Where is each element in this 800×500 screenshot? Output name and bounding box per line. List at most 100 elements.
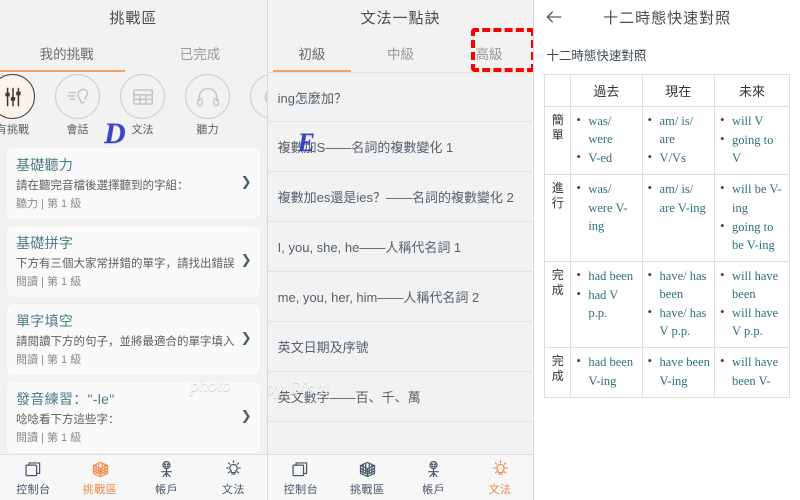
table-row: 進行was/ were V-ing am/ is/ are V-ingwill b… (544, 174, 790, 262)
card-title: 基礎拼字 (16, 235, 74, 251)
nav-label: 控制台 (16, 484, 51, 496)
nav-label: 文法 (488, 484, 512, 496)
challenge-card[interactable]: 基礎聽力 請在聽完音檔後選擇聽到的字組： 聽力 | 第 1 級 ❯ (7, 148, 260, 219)
category-有挑戰[interactable]: 有挑戰 (0, 72, 45, 137)
lightbulb-icon (223, 458, 244, 480)
grammar-topic-label: 複數加es還是ies？——名詞的複數變化 2 (277, 190, 514, 205)
headphones-icon (185, 74, 230, 119)
table-cell: was/ wereV-ed (570, 105, 643, 176)
grammar-topic-label: me, you, her, him——人稱代名詞 2 (277, 290, 480, 305)
table-cell: had beenhad V p.p. (570, 260, 643, 349)
challenge-card-list: 基礎聽力 請在聽完音檔後選擇聽到的字組： 聽力 | 第 1 級 ❯ 基礎拼字 下方有三個大… (0, 144, 267, 500)
category-聽力[interactable]: 聽力 (175, 72, 240, 137)
grammar-topic-row[interactable]: 複數加S——名詞的複數變化 1 (267, 122, 534, 172)
tense-form-item: going to V (719, 130, 785, 167)
table-body: 簡單was/ wereV-edam/ is/ areV/Vswill Vgoin… (544, 105, 790, 398)
left-tab-0[interactable]: 我的挑戰 (0, 34, 133, 72)
page-title: 十二時態快速對照 (603, 9, 732, 27)
category-strip[interactable]: 有挑戰 會話 文法 聽力 (0, 72, 267, 144)
category-label: 會話 (66, 124, 89, 136)
category-會話[interactable]: 會話 (45, 72, 110, 137)
table-cell: am/ is/ areV/Vs (641, 105, 716, 176)
nav-item-文法[interactable]: 文法 (200, 458, 267, 497)
grammar-topic-row[interactable]: me, you, her, him——人稱代名詞 2 (267, 272, 534, 322)
grammar-topic-label: 複數加S——名詞的複數變化 1 (277, 140, 454, 155)
grammar-topic-row[interactable]: 英文數字——百、千、萬 (267, 372, 534, 422)
category-文法[interactable]: 文法 (110, 72, 175, 137)
table-row-label: 進行 (544, 174, 572, 262)
table-row: 簡單was/ wereV-edam/ is/ areV/Vswill Vgoin… (544, 105, 790, 176)
page-title: 文法一點訣 (360, 9, 441, 27)
tense-form-item: had been V-ing (575, 352, 637, 389)
card-meta: 閱讀 | 第 1 級 (16, 276, 82, 288)
chevron-right-icon[interactable]: ❯ (241, 174, 252, 190)
card-meta: 聽力 | 第 1 級 (16, 198, 82, 210)
level-tab-高級[interactable]: 高級 (445, 34, 534, 72)
nav-item-帳戶[interactable]: 帳戶 (401, 458, 467, 497)
tense-form-item: had V p.p. (575, 285, 637, 322)
nav-item-文法[interactable]: 文法 (467, 458, 533, 497)
nav-item-挑戰區[interactable]: 挑戰區 (334, 458, 400, 497)
grammar-topic-label: I, you, she, he——人稱代名詞 1 (277, 240, 462, 255)
challenge-card[interactable]: 基礎拼字下方有三個大家常拼錯的單字，請找出錯誤 閱讀 | 第 1 級 ❯ (7, 226, 260, 297)
category-label: 聽力 (196, 124, 219, 136)
table-cell: am/ is/ are V-ing (641, 174, 716, 262)
tense-form-item: will have V p.p. (719, 303, 785, 340)
tense-form-item: will have been V- (719, 352, 785, 389)
left-tab-1[interactable]: 已完成 (133, 34, 266, 72)
right-panel-tense-chart: 十二時態快速對照 十二時態快速對照 過去現在未來 簡單was/ wereV-ed… (533, 0, 800, 500)
challenge-card[interactable]: 單字填空 請閱讀下方的句子，並將最適合的單字填入 閱讀 | 第 1 級 ❯ (7, 304, 260, 375)
middle-header: 文法一點訣 (267, 0, 534, 34)
grammar-topic-row[interactable]: 英文日期及序號 (267, 322, 534, 372)
three-panel-screenshot: 挑戰區 我的挑戰 已完成 有挑戰 會話 文法 聽力 基礎聽力 請在聽完音檔後選擇聽到的字組… (0, 0, 800, 500)
grammar-topic-row[interactable]: ing怎麼加？ (267, 72, 534, 122)
grammar-topic-row[interactable]: I, you, she, he——人稱代名詞 1 (267, 222, 534, 272)
tense-form-item: V/Vs (647, 148, 711, 167)
table-column-header: 過去 (570, 74, 643, 107)
tense-form-item: have/ has V p.p. (647, 303, 711, 340)
card-description: 下方有三個大家常拼錯的單字，請找出錯誤 (16, 258, 235, 270)
tense-form-item: V-ed (575, 148, 637, 167)
tense-form-item: am/ is/ are (647, 111, 711, 148)
left-header: 挑戰區 (0, 0, 267, 34)
level-tab-中級[interactable]: 中級 (356, 34, 445, 72)
nav-label: 帳戶 (422, 484, 446, 496)
left-tabbar: 我的挑戰 已完成 (0, 34, 267, 72)
lightbulb-icon (490, 458, 511, 480)
category-more[interactable] (240, 72, 267, 121)
chevron-right-icon[interactable]: ❯ (241, 408, 252, 424)
card-title: 發音練習："-le" (16, 391, 115, 407)
tab-label: 我的挑戰 (39, 47, 94, 62)
tense-form-item: going to be V-ing (719, 217, 785, 254)
card-meta: 閱讀 | 第 1 級 (16, 354, 82, 366)
nav-item-控制台[interactable]: 控制台 (0, 458, 67, 497)
grammar-topic-label: 英文日期及序號 (277, 340, 369, 355)
grammar-topic-row[interactable]: 複數加es還是ies？——名詞的複數變化 2 (267, 172, 534, 222)
person-icon (423, 458, 444, 480)
nav-label: 挑戰區 (82, 484, 118, 496)
back-arrow-icon[interactable] (544, 7, 564, 27)
nav-item-挑戰區[interactable]: 挑戰區 (67, 458, 134, 497)
middle-bottom-nav: 控制台 挑戰區 帳戶 文法 (267, 454, 534, 500)
tense-form-item: will V (719, 111, 785, 130)
content-heading: 十二時態快速對照 (546, 49, 647, 63)
card-meta: 閱讀 | 第 1 級 (16, 432, 82, 444)
nav-item-帳戶[interactable]: 帳戶 (133, 458, 200, 497)
page-title: 挑戰區 (109, 9, 158, 27)
person-icon (156, 458, 177, 480)
right-header: 十二時態快速對照 (534, 0, 800, 34)
tab-label: 高級 (475, 47, 503, 62)
level-tab-初級[interactable]: 初級 (268, 34, 357, 72)
card-description: 請閱讀下方的句子，並將最適合的單字填入 (16, 336, 235, 348)
tense-content: 十二時態快速對照 過去現在未來 簡單was/ wereV-edam/ is/ a… (534, 34, 800, 500)
left-panel-challenges: 挑戰區 我的挑戰 已完成 有挑戰 會話 文法 聽力 基礎聽力 請在聽完音檔後選擇聽到的字組… (0, 0, 267, 500)
tense-form-item: will have been (719, 266, 785, 303)
nav-label: 文法 (221, 484, 245, 496)
table-row: 完成had beenhad V p.p.have/ has beenhave/ … (544, 260, 790, 349)
table-cell: have/ has beenhave/ has V p.p. (641, 260, 716, 349)
tab-label: 中級 (386, 47, 414, 62)
nav-item-控制台[interactable]: 控制台 (268, 458, 334, 497)
challenge-card[interactable]: 發音練習："-le" 唸唸看下方這些字： 閱讀 | 第 1 級 ❯ (7, 382, 260, 453)
chevron-right-icon[interactable]: ❯ (241, 252, 252, 268)
chevron-right-icon[interactable]: ❯ (241, 330, 252, 346)
